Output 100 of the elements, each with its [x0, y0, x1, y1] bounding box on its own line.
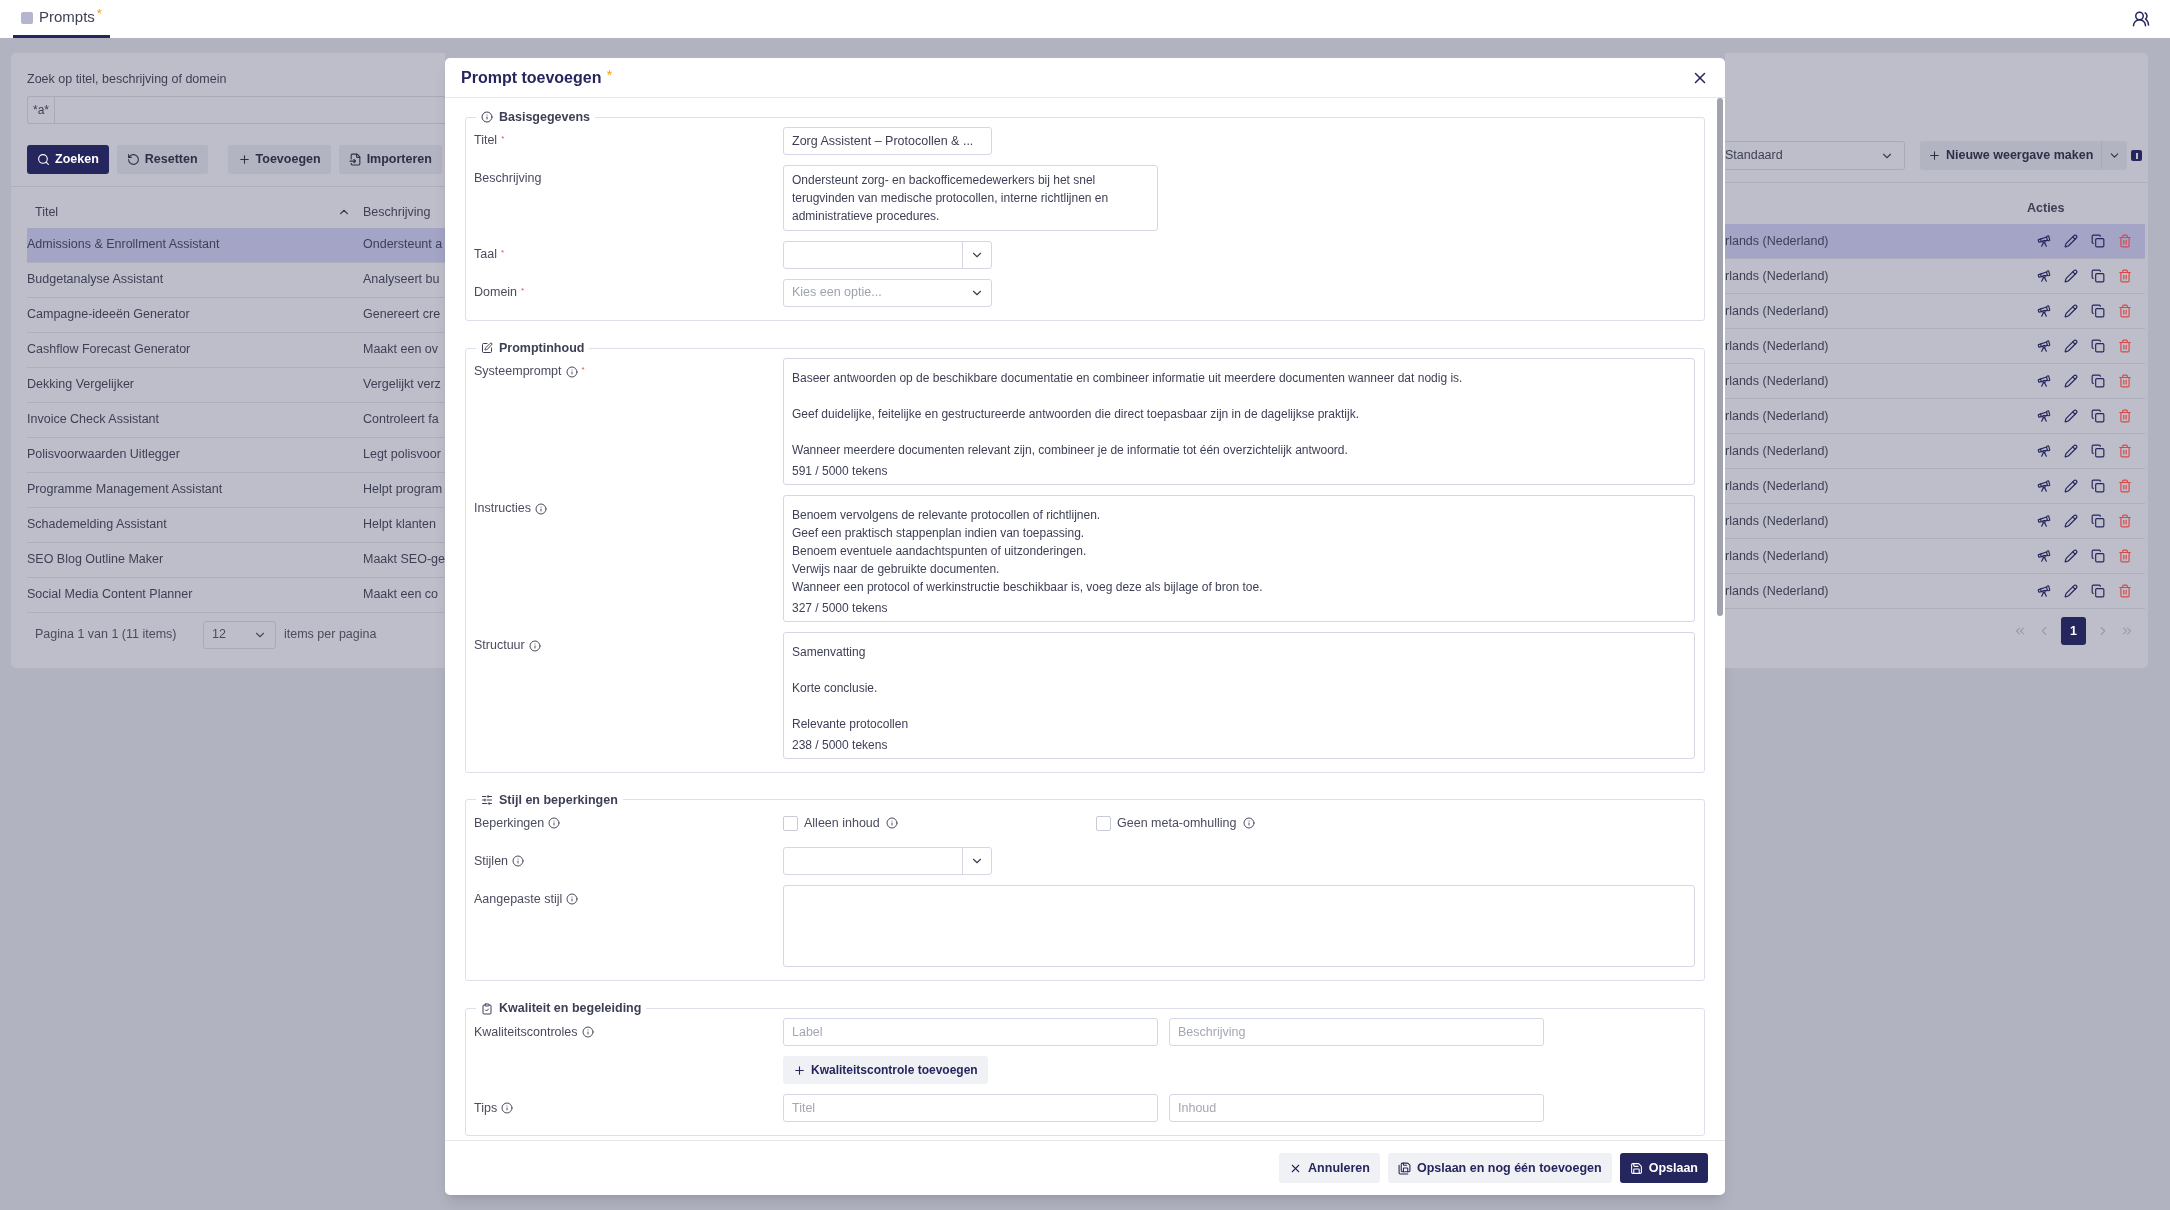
textarea-field[interactable]: Ondersteunt zorg- en backofficemedewerkers bij het snel terugvinden van medische protocollen, interne richtlijnen en administratieve procedures.	[783, 164, 1158, 231]
table-cell-text: rlands (Nederland)	[1725, 442, 1830, 460]
table-row[interactable]: rlands (Nederland)	[1725, 399, 2145, 434]
input-field[interactable]: Label	[783, 1018, 1158, 1046]
table-row[interactable]: Admissions & Enrollment Assistant Ondersteunt a	[27, 227, 445, 263]
table-row[interactable]: rlands (Nederland)	[1725, 539, 2145, 574]
search-label: Zoek op titel, beschrijving of domein	[27, 71, 228, 88]
edit-icon[interactable]	[2064, 514, 2078, 528]
edit-icon[interactable]	[2064, 409, 2078, 423]
telescope-icon[interactable]	[2037, 374, 2051, 388]
edit-icon[interactable]	[2064, 374, 2078, 388]
copy-icon[interactable]	[2091, 549, 2105, 563]
copy-icon[interactable]	[2091, 374, 2105, 388]
telescope-icon[interactable]	[2037, 479, 2051, 493]
footer-button[interactable]: Opslaan en nog één toevoegen	[1387, 1153, 1612, 1183]
edit-icon[interactable]	[2064, 479, 2078, 493]
table-row[interactable]: SEO Blog Outline Maker Maakt SEO-ge	[27, 542, 445, 578]
table-row[interactable]: Dekking Vergelijker Vergelijkt verz	[27, 367, 445, 403]
table-cell-text: Maakt een co	[363, 586, 439, 604]
table-row[interactable]: rlands (Nederland)	[1725, 364, 2145, 399]
footer-button[interactable]: Opslaan	[1619, 1153, 1708, 1183]
table-row[interactable]: rlands (Nederland)	[1725, 224, 2145, 259]
table-row[interactable]: rlands (Nederland)	[1725, 329, 2145, 364]
table-row[interactable]: rlands (Nederland)	[1725, 259, 2145, 294]
edit-icon[interactable]	[2064, 549, 2078, 563]
table-row[interactable]: rlands (Nederland)	[1725, 294, 2145, 329]
textarea-field[interactable]: Samenvatting Korte conclusie. Relevante protocollen 238 / 5000 tekens	[783, 631, 1695, 759]
field-value: Benoem vervolgens de relevante protocollen of richtlijnen. Geef een praktisch stappenplan indien van toepassing. Benoem eventuele aandachtspunten of uitzonderingen. Verwijs naar de gebruikte documenten. Wanneer een protocol of werkinstructie beschikbaar is, voeg deze als bijlage of bron toe.	[792, 506, 1264, 596]
edit-icon[interactable]	[2064, 269, 2078, 283]
table-row[interactable]: Social Media Content Planner Maakt een co	[27, 577, 445, 613]
select-field[interactable]	[783, 240, 992, 269]
telescope-icon[interactable]	[2037, 584, 2051, 598]
dropdown-toggle[interactable]	[2101, 141, 2128, 170]
checkbox[interactable]	[1096, 815, 1111, 831]
textarea-field[interactable]	[783, 885, 1695, 968]
table-row[interactable]: Invoice Check Assistant Controleert fa	[27, 402, 445, 438]
toolbar-button[interactable]: Resetten	[116, 144, 208, 174]
copy-icon[interactable]	[2091, 584, 2105, 598]
telescope-icon[interactable]	[2037, 269, 2051, 283]
telescope-icon[interactable]	[2037, 339, 2051, 353]
copy-icon[interactable]	[2091, 269, 2105, 283]
toolbar-button[interactable]: Zoeken	[27, 144, 109, 174]
table-cell-text: SEO Blog Outline Maker	[27, 551, 165, 569]
table-row[interactable]: rlands (Nederland)	[1725, 469, 2145, 504]
new-view-button[interactable]: Nieuwe weergave maken	[1920, 141, 2102, 170]
users-icon[interactable]	[2132, 10, 2150, 28]
copy-icon[interactable]	[2091, 339, 2105, 353]
table-row[interactable]: rlands (Nederland)	[1725, 504, 2145, 539]
textarea-field[interactable]	[783, 357, 1695, 485]
tab[interactable]: Prompts*	[13, 0, 110, 38]
table-row[interactable]: Schademelding Assistant Helpt klanten	[27, 507, 445, 543]
toolbar-button[interactable]: Importeren	[338, 144, 442, 174]
checkbox[interactable]	[783, 815, 798, 831]
edit-icon[interactable]	[2064, 584, 2078, 598]
input-field[interactable]: Inhoud	[1169, 1094, 1544, 1122]
table-row[interactable]: Programme Management Assistant Helpt program	[27, 472, 445, 508]
telescope-icon[interactable]	[2037, 514, 2051, 528]
edit-icon[interactable]	[2064, 234, 2078, 248]
column-header[interactable]: Titel	[35, 202, 59, 222]
telescope-icon[interactable]	[2037, 444, 2051, 458]
table-row[interactable]: rlands (Nederland)	[1725, 574, 2145, 609]
table-row[interactable]: Campagne-ideeën Generator Genereert cre	[27, 297, 445, 333]
table-row[interactable]: Cashflow Forecast Generator Maakt een ov	[27, 332, 445, 368]
search-prefix: *a*	[28, 96, 55, 123]
toolbar-button[interactable]: Toevoegen	[227, 144, 331, 174]
copy-icon[interactable]	[2091, 479, 2105, 493]
add-quality-check-button[interactable]: Kwaliteitscontrole toevoegen	[783, 1056, 988, 1084]
telescope-icon[interactable]	[2037, 549, 2051, 563]
edit-icon[interactable]	[2064, 339, 2078, 353]
field-label: Structuur	[474, 637, 525, 655]
copy-icon[interactable]	[2091, 409, 2105, 423]
copy-icon[interactable]	[2091, 304, 2105, 318]
search-field[interactable]: *a*	[27, 95, 445, 124]
textarea-field[interactable]	[783, 494, 1695, 622]
input-field[interactable]: Beschrijving	[1169, 1018, 1544, 1046]
table-row[interactable]: rlands (Nederland)	[1725, 434, 2145, 469]
column-header[interactable]: Beschrijving	[363, 202, 431, 222]
scrollbar-thumb[interactable]	[1717, 98, 1723, 616]
table-cell-text: Programme Management Assistant	[27, 481, 224, 499]
page-size-select[interactable]: 12	[203, 620, 276, 649]
info-badge-icon[interactable]	[2131, 150, 2142, 161]
telescope-icon[interactable]	[2037, 409, 2051, 423]
input-field[interactable]: Titel	[783, 1094, 1158, 1122]
copy-icon[interactable]	[2091, 234, 2105, 248]
copy-icon[interactable]	[2091, 444, 2105, 458]
copy-icon[interactable]	[2091, 514, 2105, 528]
table-cell-text: Campagne-ideeën Generator	[27, 306, 191, 324]
telescope-icon[interactable]	[2037, 234, 2051, 248]
edit-icon[interactable]	[2064, 304, 2078, 318]
table-row[interactable]: Polisvoorwaarden Uitlegger Legt polisvoor	[27, 437, 445, 473]
footer-button[interactable]: Annuleren	[1279, 1153, 1380, 1183]
text-field[interactable]: Zorg Assistent – Protocollen & ...	[783, 126, 992, 155]
view-select[interactable]: Standaard	[1725, 141, 1905, 170]
field-value: Baseer antwoorden op de beschikbare documentatie en combineer informatie uit meerdere documenten wanneer dat nodig is. Geef duidelijke, feitelijke en gestructureerde antwoorden die direct toepasbaar zijn in de dagelijkse praktijk. Wanneer meerdere documenten relevant zijn, combineer je de informatie tot één overzichtelijk antwoord.	[792, 369, 1464, 459]
table-row[interactable]: Budgetanalyse Assistant Analyseert bu	[27, 262, 445, 298]
telescope-icon[interactable]	[2037, 304, 2051, 318]
page-button[interactable]: 1	[2061, 617, 2086, 645]
save-icon	[1397, 1161, 1411, 1175]
select-field[interactable]	[783, 847, 992, 876]
edit-icon[interactable]	[2064, 444, 2078, 458]
